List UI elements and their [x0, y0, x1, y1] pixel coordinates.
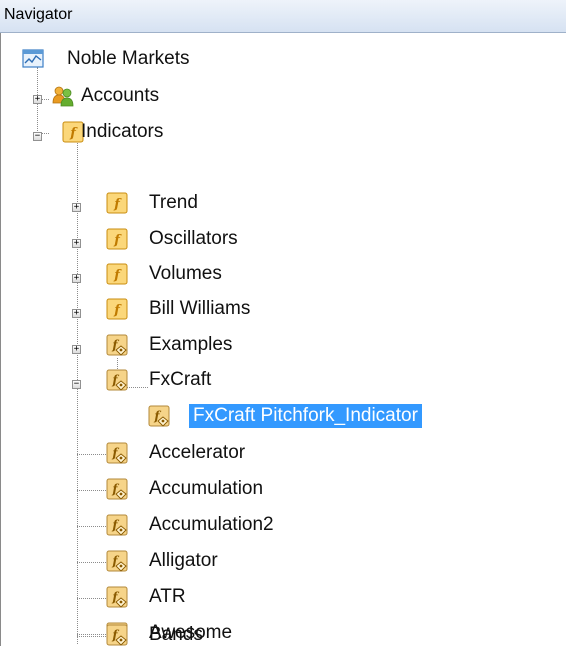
expand-toggle[interactable]: + [33, 95, 42, 104]
folder-indicator-icon: f [106, 263, 128, 285]
tree-line [77, 636, 106, 637]
tree-node-trend[interactable]: + f Trend [72, 191, 312, 221]
expand-toggle[interactable]: + [72, 274, 81, 283]
collapse-toggle[interactable]: − [33, 132, 42, 141]
tree-line [77, 490, 106, 491]
tree-node-label: Noble Markets [67, 48, 190, 69]
tree-node-label: ATR [149, 586, 186, 607]
tree-node-label: Volumes [149, 263, 222, 284]
tree-line [77, 598, 106, 599]
custom-indicator-icon: f [106, 334, 128, 356]
tree-node-label: Alligator [149, 550, 218, 571]
tree-line [77, 526, 106, 527]
tree-node-bill-williams[interactable]: + f Bill Williams [72, 297, 312, 327]
accounts-icon [52, 85, 74, 107]
custom-indicator-icon: f [106, 369, 128, 391]
tree-node-label: Accumulation2 [149, 514, 274, 535]
folder-indicator-icon: f [106, 192, 128, 214]
folder-indicator-icon: f [106, 228, 128, 250]
navigator-tree: Noble Markets + Accounts − f Indicators … [0, 33, 566, 646]
custom-indicator-icon: f [106, 514, 128, 536]
tree-node-label: Oscillators [149, 228, 238, 249]
tree-node-bands[interactable]: f Bands [77, 623, 317, 646]
custom-indicator-icon: f [106, 550, 128, 572]
tree-node-fxcraft-pitchfork-indicator[interactable]: f FxCraft Pitchfork_Indicator [148, 404, 488, 434]
tree-node-accumulation2[interactable]: f Accumulation2 [77, 513, 317, 543]
tree-node-accounts[interactable]: + Accounts [31, 84, 261, 114]
terminal-icon [22, 48, 44, 70]
tree-node-alligator[interactable]: f Alligator [77, 549, 317, 579]
tree-node-label: Trend [149, 192, 198, 213]
tree-node-label: Accounts [81, 85, 160, 106]
tree-node-fxcraft[interactable]: − f FxCraft [72, 368, 312, 398]
tree-node-label: Examples [149, 334, 233, 355]
custom-indicator-icon: f [148, 405, 170, 427]
tree-node-indicators[interactable]: − f Indicators [31, 120, 261, 150]
navigator-title: Navigator [4, 6, 73, 23]
tree-node-atr[interactable]: f ATR [77, 585, 317, 615]
navigator-titlebar: Navigator [0, 0, 566, 33]
expand-toggle[interactable]: + [72, 309, 81, 318]
expand-toggle[interactable]: + [72, 203, 81, 212]
tree-line [77, 454, 106, 455]
navigator-panel: Noble Markets + Accounts − f Indicators … [0, 33, 566, 646]
custom-indicator-icon: f [106, 478, 128, 500]
expand-toggle[interactable]: + [72, 345, 81, 354]
tree-node-accumulation[interactable]: f Accumulation [77, 477, 317, 507]
collapse-toggle[interactable]: − [72, 380, 81, 389]
tree-node-label: Indicators [81, 121, 164, 142]
custom-indicator-icon: f [106, 442, 128, 464]
tree-node-examples[interactable]: + f Examples [72, 333, 312, 363]
tree-node-label: Bands [149, 624, 203, 645]
tree-node-label: FxCraft [149, 369, 212, 390]
tree-node-label: Accumulation [149, 478, 264, 499]
tree-node-volumes[interactable]: + f Volumes [72, 262, 312, 292]
expand-toggle[interactable]: + [72, 239, 81, 248]
tree-node-label: Bill Williams [149, 298, 251, 319]
tree-node-noble-markets[interactable]: Noble Markets [22, 47, 262, 77]
custom-indicator-icon: f [106, 624, 128, 646]
tree-line [77, 562, 106, 563]
tree-node-oscillators[interactable]: + f Oscillators [72, 227, 312, 257]
tree-node-label: FxCraft Pitchfork_Indicator [189, 404, 422, 428]
tree-node-label: Accelerator [149, 442, 246, 463]
folder-indicator-icon: f [106, 298, 128, 320]
tree-node-accelerator[interactable]: f Accelerator [77, 441, 317, 471]
custom-indicator-icon: f [106, 586, 128, 608]
